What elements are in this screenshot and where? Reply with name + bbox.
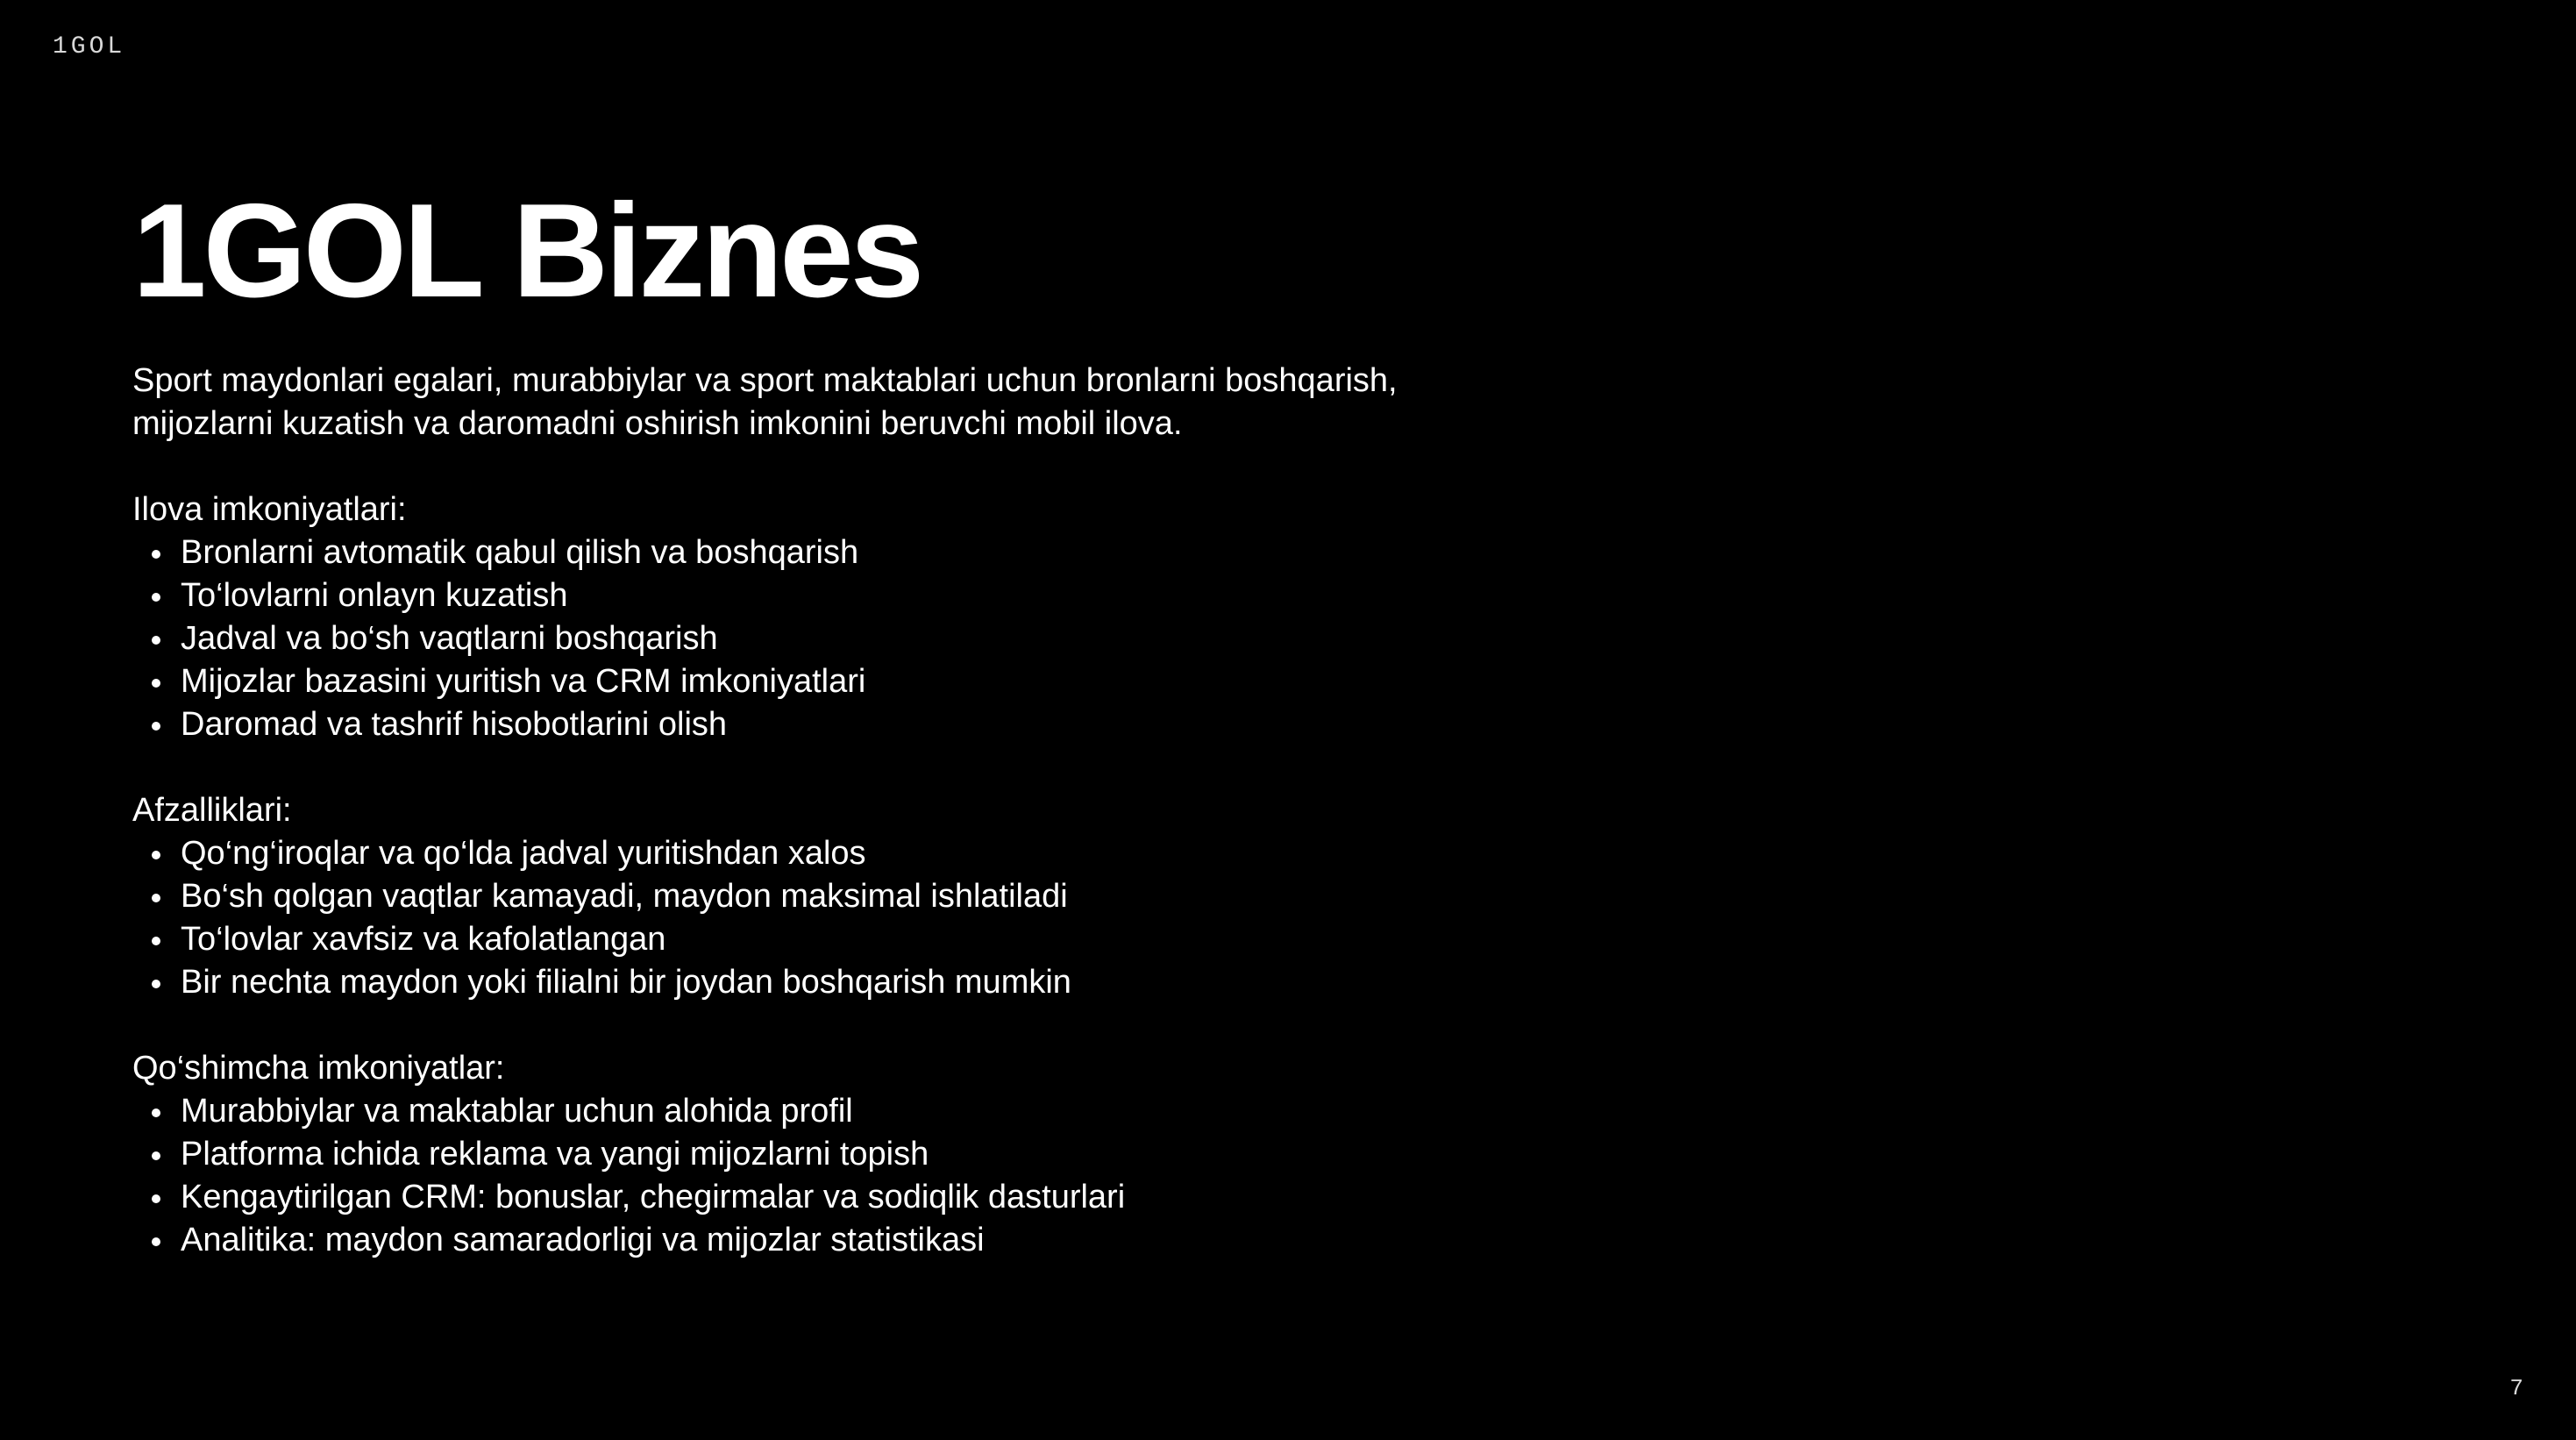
intro-line-1: Sport maydonlari egalari, murabbiylar va… [132, 362, 1398, 399]
section-heading: Afzalliklari: [132, 792, 292, 829]
list-item: Daromad va tashrif hisobotlarini olish [132, 703, 1623, 746]
list-item: Bo‘sh qolgan vaqtlar kamayadi, maydon ma… [132, 875, 1623, 918]
list-item: Jadval va bo‘sh vaqtlarni boshqarish [132, 617, 1623, 660]
intro-paragraph: Sport maydonlari egalari, murabbiylar va… [132, 360, 1623, 446]
page-title: 1GOL Biznes [132, 176, 924, 325]
list-item: Platforma ichida reklama va yangi mijozl… [132, 1133, 1623, 1176]
section-heading: Ilova imkoniyatlari: [132, 491, 407, 528]
list-item: Analitika: maydon samaradorligi va mijoz… [132, 1219, 1623, 1262]
list-item: Kengaytirilgan CRM: bonuslar, chegirmala… [132, 1176, 1623, 1219]
page-number: 7 [2509, 1375, 2523, 1401]
list-item: Mijozlar bazasini yuritish va CRM imkoni… [132, 660, 1623, 703]
section-heading: Qo‘shimcha imkoniyatlar: [132, 1050, 505, 1087]
list-item: To‘lovlar xavfsiz va kafolatlangan [132, 918, 1623, 961]
section-features: Ilova imkoniyatlari: Bronlarni avtomatik… [132, 488, 1623, 746]
list-item: Bir nechta maydon yoki filialni bir joyd… [132, 961, 1623, 1004]
list-item: Bronlarni avtomatik qabul qilish va bosh… [132, 531, 1623, 574]
list-item: To‘lovlarni onlayn kuzatish [132, 574, 1623, 617]
additional-list: Murabbiylar va maktablar uchun alohida p… [132, 1090, 1623, 1262]
brand-logo-text: 1GOL [53, 33, 126, 61]
slide-content: 1GOL Biznes Sport maydonlari egalari, mu… [132, 175, 1623, 1262]
section-additional: Qo‘shimcha imkoniyatlar: Murabbiylar va … [132, 1047, 1623, 1262]
list-item: Murabbiylar va maktablar uchun alohida p… [132, 1090, 1623, 1133]
feature-list: Bronlarni avtomatik qabul qilish va bosh… [132, 531, 1623, 746]
section-advantages: Afzalliklari: Qo‘ng‘iroqlar va qo‘lda ja… [132, 789, 1623, 1004]
list-item: Qo‘ng‘iroqlar va qo‘lda jadval yuritishd… [132, 832, 1623, 875]
advantages-list: Qo‘ng‘iroqlar va qo‘lda jadval yuritishd… [132, 832, 1623, 1004]
intro-line-2: mijozlarni kuzatish va daromadni oshiris… [132, 405, 1183, 442]
